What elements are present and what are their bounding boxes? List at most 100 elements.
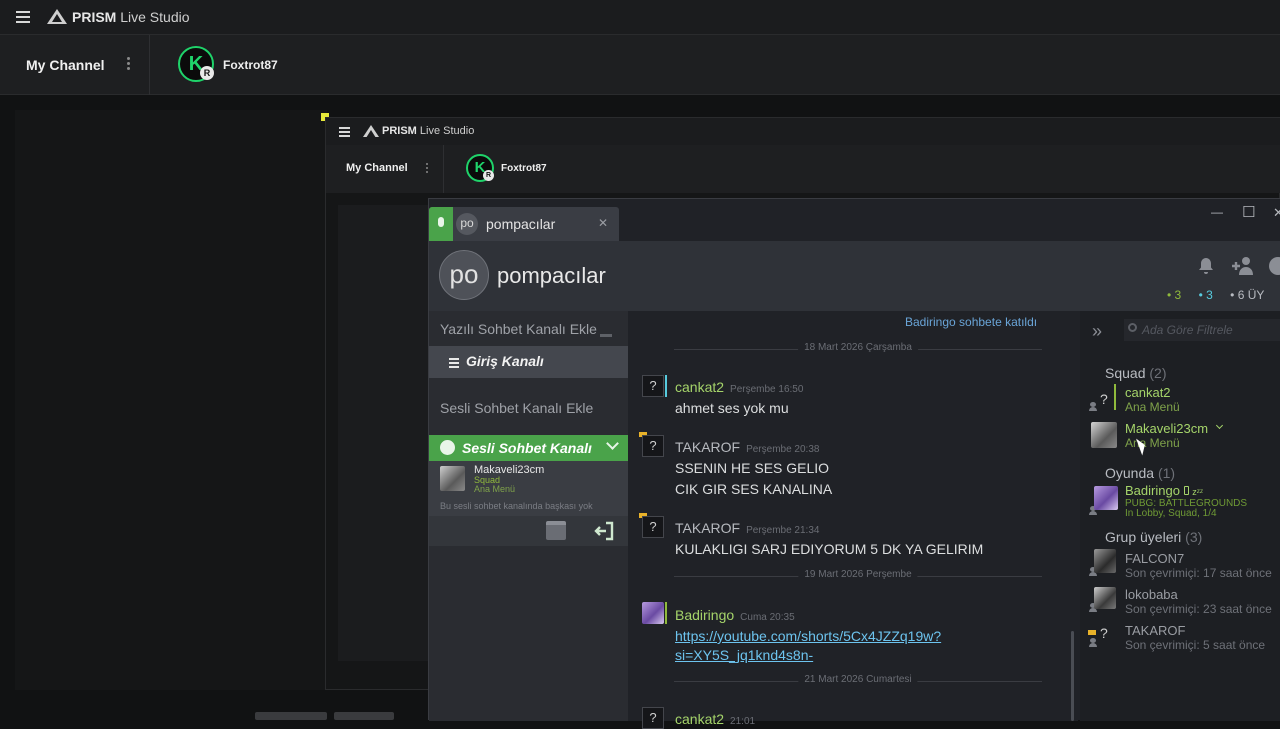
message-text: SSENIN HE SES GELIO — [675, 460, 830, 476]
member-filter-input[interactable]: Ada Göre Filtrele — [1124, 319, 1280, 341]
invite-friends-icon[interactable] — [1231, 256, 1255, 276]
date-separator: 21 Mart 2026 Cumartesi — [674, 674, 1042, 685]
member-status: Son çevrimiçi: 23 saat önce — [1125, 602, 1272, 616]
member-name[interactable]: Badiringo zᶻᶻ — [1125, 483, 1203, 498]
voice-controls — [429, 516, 628, 546]
add-text-channel-button[interactable]: Yazılı Sohbet Kanalı Ekle — [440, 321, 620, 341]
member-avatar — [1094, 486, 1118, 510]
member-name[interactable]: Makaveli23cm — [1125, 421, 1208, 436]
voice-channel-label: Sesli Sohbet Kanalı — [462, 440, 592, 456]
member-name[interactable]: TAKAROF — [1125, 623, 1185, 638]
message-author[interactable]: TAKAROF Perşembe 21:34 — [675, 520, 819, 536]
chat-tab[interactable]: po pompacılar ✕ — [429, 207, 619, 241]
platform-badge-icon: R — [483, 170, 494, 181]
user-avatar-unknown: ? — [642, 707, 664, 729]
member-avatar — [1091, 422, 1117, 448]
member-status: Son çevrimiçi: 17 saat önce — [1125, 566, 1272, 580]
broom-icon[interactable] — [600, 323, 612, 337]
tab-title: pompacılar — [486, 216, 556, 232]
owner-crown-icon — [1088, 630, 1096, 635]
minimize-icon[interactable]: — — [1211, 205, 1223, 219]
collapse-members-icon[interactable]: » — [1092, 321, 1102, 342]
account-name: Foxtrot87 — [501, 163, 547, 174]
close-window-icon[interactable]: ✕ — [1273, 205, 1280, 221]
member-status: Ana Menü — [1125, 436, 1180, 450]
text-channel-item[interactable]: Giriş Kanalı — [429, 346, 628, 378]
voice-member-avatar — [440, 466, 465, 491]
section-in-game[interactable]: Oyunda (1) — [1105, 465, 1175, 481]
calendar-icon[interactable] — [546, 521, 566, 540]
account-avatar[interactable]: K R — [466, 154, 494, 182]
account-avatar[interactable]: K R — [178, 46, 214, 82]
member-avatar-unknown: ? — [1100, 391, 1108, 407]
divider — [443, 145, 444, 193]
voice-channel-item[interactable]: Sesli Sohbet Kanalı — [429, 435, 628, 461]
member-name[interactable]: FALCON7 — [1125, 551, 1184, 566]
message-author[interactable]: cankat2 Perşembe 16:50 — [675, 379, 803, 395]
message-link[interactable]: si=XY5S_jq1knd4s8n- — [675, 647, 813, 663]
inner-title-bar: PRISM Live Studio — [326, 118, 1280, 145]
message-text: CIK GIR SES KANALINA — [675, 481, 833, 497]
join-notice: Badiringo sohbete katıldı — [905, 315, 1038, 329]
voice-channel-note: Bu sesli sohbet kanalında başkası yok — [440, 501, 593, 511]
app-title: PRISM Live Studio — [72, 9, 190, 25]
inner-channel-bar: My Channel K R Foxtrot87 — [326, 145, 1280, 193]
notification-bell-icon[interactable] — [1197, 257, 1215, 275]
close-tab-icon[interactable]: ✕ — [598, 216, 608, 230]
chevron-down-icon[interactable] — [606, 437, 619, 450]
member-avatar-unknown: ? — [1100, 625, 1108, 641]
group-name: pompacılar — [497, 263, 606, 288]
prism-logo-icon — [363, 125, 379, 138]
title-bar: PRISM Live Studio — [0, 0, 1280, 35]
add-voice-channel-button[interactable]: Sesli Sohbet Kanalı Ekle — [440, 400, 593, 416]
account-name: Foxtrot87 — [223, 58, 278, 72]
mobile-icon — [1183, 486, 1189, 495]
chevron-down-icon[interactable] — [1215, 421, 1224, 430]
message-author[interactable]: TAKAROF Perşembe 20:38 — [675, 439, 819, 455]
prism-logo-icon — [47, 9, 67, 24]
message-author[interactable]: Badiringo Cuma 20:35 — [675, 607, 795, 623]
group-avatar-small: po — [456, 213, 478, 235]
channel-bar: My Channel K R Foxtrot87 — [0, 35, 1280, 95]
member-avatar — [1094, 587, 1116, 609]
more-options-icon[interactable] — [127, 57, 130, 60]
member-name[interactable]: lokobaba — [1125, 587, 1178, 602]
divider — [149, 35, 150, 95]
date-separator: 19 Mart 2026 Perşembe — [674, 569, 1042, 580]
leave-voice-icon[interactable] — [594, 521, 614, 541]
chat-scrollbar[interactable] — [1071, 631, 1074, 721]
bottom-button[interactable] — [255, 712, 327, 720]
date-separator: 18 Mart 2026 Çarşamba — [674, 342, 1042, 353]
main-canvas — [15, 110, 327, 690]
more-options-icon[interactable] — [426, 163, 428, 165]
menu-icon[interactable] — [16, 11, 30, 13]
steam-chat-window: po pompacılar ✕ — ☐ ✕ po pompacılar • 3 … — [428, 198, 1280, 729]
bottom-button[interactable] — [334, 712, 394, 720]
member-counts: • 3 • 3 • 6 ÜY — [1167, 288, 1265, 302]
search-icon — [1128, 323, 1137, 332]
platform-badge-icon: R — [200, 66, 214, 80]
inner-canvas — [338, 205, 438, 661]
app-title: PRISM Live Studio — [382, 125, 475, 137]
text-channel-label: Giriş Kanalı — [466, 353, 544, 369]
section-squad[interactable]: Squad (2) — [1105, 365, 1167, 381]
member-name[interactable]: cankat2 — [1125, 385, 1171, 400]
microphone-icon — [438, 217, 444, 227]
message-author[interactable]: cankat2 21:01 — [675, 711, 755, 727]
message-text: KULAKLIGI SARJ EDIYORUM 5 DK YA GELIRIM — [675, 541, 984, 557]
voice-channel-icon — [440, 440, 455, 455]
chat-settings-icon[interactable] — [1269, 257, 1280, 275]
message-text: ahmet ses yok mu — [675, 400, 789, 416]
member-list: » Ada Göre Filtrele Squad (2) ? cankat2 … — [1080, 311, 1280, 721]
filter-placeholder: Ada Göre Filtrele — [1142, 323, 1233, 337]
member-avatar — [1094, 549, 1116, 573]
member-game-status: In Lobby, Squad, 1/4 — [1125, 508, 1217, 519]
menu-icon[interactable] — [339, 127, 350, 129]
message-link[interactable]: https://youtube.com/shorts/5Cx4JZZq19w? — [675, 628, 941, 644]
my-channel-label: My Channel — [26, 57, 105, 73]
my-channel-label: My Channel — [346, 162, 408, 174]
section-group-members[interactable]: Grup üyeleri (3) — [1105, 529, 1202, 545]
in-game-count: 3 — [1174, 288, 1182, 302]
online-count: 3 — [1206, 288, 1213, 302]
maximize-icon[interactable]: ☐ — [1242, 203, 1255, 221]
